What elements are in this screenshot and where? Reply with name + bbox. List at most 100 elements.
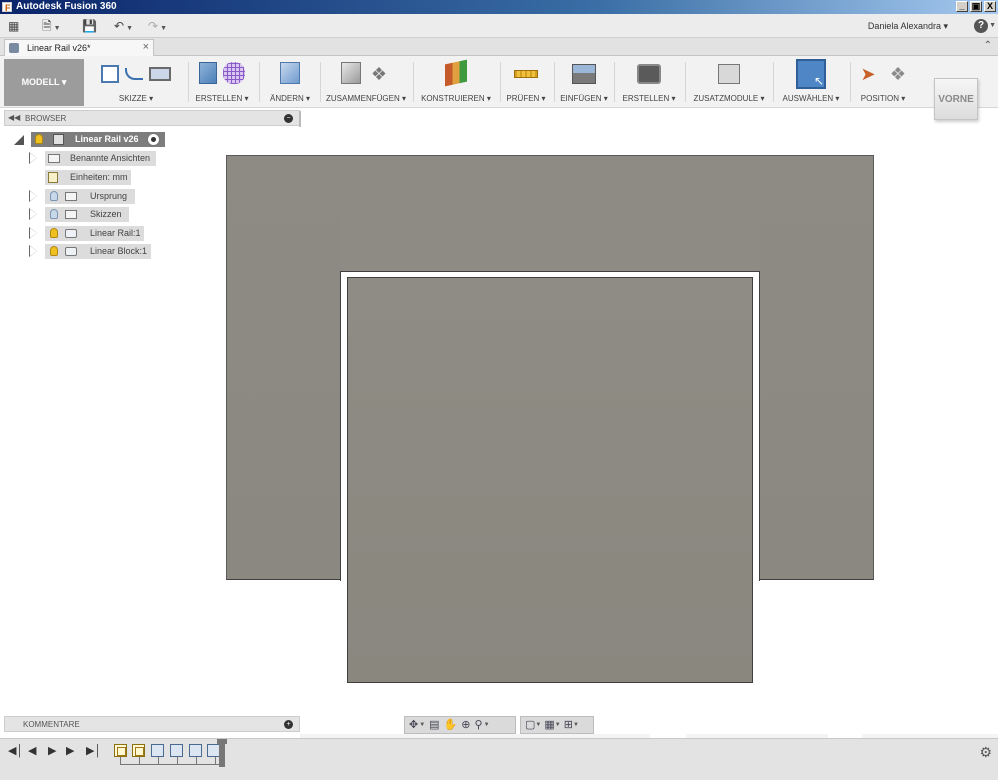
timeline-previous-icon[interactable]: ◀ xyxy=(28,745,36,757)
arc-icon[interactable] xyxy=(125,68,143,80)
visibility-bulb-icon[interactable] xyxy=(50,246,58,256)
browser-header[interactable]: ◀◀ BROWSER − xyxy=(4,110,301,127)
chevron-down-icon[interactable]: ▼ xyxy=(419,722,425,728)
look-at-icon[interactable]: ▤ xyxy=(429,717,439,733)
measure-icon[interactable] xyxy=(514,70,538,78)
toolbar-group-label[interactable]: EINFÜGEN ▾ xyxy=(556,94,612,103)
toolbar-group-label[interactable]: AUSWÄHLEN ▾ xyxy=(776,94,846,103)
toolbar-group-label[interactable]: POSITION ▾ xyxy=(852,94,914,103)
expand-arrow-icon[interactable] xyxy=(29,245,37,257)
redo-button[interactable]: ↷ ▼ xyxy=(148,18,167,34)
user-menu[interactable]: Daniela Alexandra ▾ xyxy=(868,21,948,32)
expand-arrow-icon[interactable] xyxy=(29,152,37,164)
browser-item-box[interactable]: Linear Rail:1 xyxy=(45,226,144,241)
linear-rail-left-flange[interactable] xyxy=(226,155,341,580)
timeline-play-icon[interactable]: ▶ xyxy=(48,745,56,757)
collapse-arrow-icon[interactable] xyxy=(14,135,24,145)
expand-arrow-icon[interactable] xyxy=(29,227,37,239)
select-icon[interactable] xyxy=(796,59,826,89)
toolbar-group-create[interactable]: ERSTELLEN ▾ xyxy=(190,58,254,106)
view-cube[interactable]: VORNE xyxy=(934,78,978,120)
browser-item-box[interactable]: Ursprung xyxy=(45,189,135,204)
visibility-bulb-icon[interactable] xyxy=(50,228,58,238)
browser-item-box[interactable]: Einheiten: mm xyxy=(45,170,131,185)
help-icon[interactable]: ? xyxy=(974,19,988,33)
zoom-icon[interactable]: ⚲ xyxy=(475,717,483,733)
visibility-bulb-icon[interactable] xyxy=(50,191,58,201)
timeline-marker[interactable] xyxy=(217,739,227,767)
revert-position-icon[interactable]: ❖ xyxy=(886,62,910,86)
file-menu-button[interactable]: 🗎 ▼ xyxy=(42,18,61,34)
toolbar-group-modify[interactable]: ÄNDERN ▾ xyxy=(262,58,318,106)
toolbar-group-label[interactable]: ZUSATZMODULE ▾ xyxy=(688,94,770,103)
joint-icon[interactable]: ❖ xyxy=(367,62,391,86)
toolbar-group-sketch[interactable]: SKIZZE ▾ xyxy=(88,58,184,106)
extrude-icon[interactable] xyxy=(199,62,217,84)
document-tab[interactable]: Linear Rail v26* × xyxy=(4,39,154,56)
timeline-extrude-icon[interactable] xyxy=(189,744,202,757)
chevron-up-icon[interactable]: ⌃ xyxy=(984,40,992,51)
rectangle-icon[interactable] xyxy=(149,67,171,81)
toolbar-group-label[interactable]: ERSTELLEN ▾ xyxy=(190,94,254,103)
chevron-down-icon[interactable]: ▼ xyxy=(484,722,490,728)
browser-item-box[interactable]: Linear Block:1 xyxy=(45,244,151,259)
collapse-panel-icon[interactable]: ◀◀ xyxy=(8,113,20,122)
restore-button[interactable]: ▣ xyxy=(970,1,982,12)
add-comment-icon[interactable]: + xyxy=(284,720,293,729)
toolbar-group-label[interactable]: PRÜFEN ▾ xyxy=(502,94,550,103)
timeline-last-icon[interactable]: ▶│ xyxy=(86,745,101,757)
expand-arrow-icon[interactable] xyxy=(29,190,37,202)
offset-plane-icon[interactable] xyxy=(445,59,467,87)
visibility-bulb-icon[interactable] xyxy=(35,134,43,144)
timeline-sketch-icon[interactable] xyxy=(132,744,145,757)
toolbar-group-label[interactable]: KONSTRUIEREN ▾ xyxy=(416,94,496,103)
undo-button[interactable]: ↶ ▼ xyxy=(114,18,133,34)
comments-panel-header[interactable]: KOMMENTARE + xyxy=(4,716,300,732)
press-pull-icon[interactable] xyxy=(280,62,300,84)
create-sketch-icon[interactable] xyxy=(101,65,119,83)
browser-item-box[interactable]: Benannte Ansichten xyxy=(45,151,156,166)
scripts-addins-icon[interactable] xyxy=(718,64,740,84)
timeline-first-icon[interactable]: ◀│ xyxy=(8,745,23,757)
close-window-button[interactable]: X xyxy=(984,1,996,12)
close-icon[interactable]: × xyxy=(143,41,149,53)
form-icon[interactable] xyxy=(223,62,245,84)
chevron-down-icon[interactable]: ▼ xyxy=(989,22,996,29)
apps-grid-icon[interactable]: ▦ xyxy=(8,18,19,34)
toolbar-group-inspect[interactable]: PRÜFEN ▾ xyxy=(502,58,550,106)
workspace-switcher[interactable]: MODELL ▾ xyxy=(4,59,84,106)
activate-radio-icon[interactable] xyxy=(147,133,160,146)
panel-resize-handle[interactable] xyxy=(299,111,301,127)
toolbar-group-label[interactable]: ÄNDERN ▾ xyxy=(262,94,318,103)
browser-options-icon[interactable]: − xyxy=(284,114,293,123)
toolbar-group-select[interactable]: AUSWÄHLEN ▾ xyxy=(776,58,846,106)
display-settings-icon[interactable]: ▢ xyxy=(525,717,535,733)
toolbar-group-label[interactable]: ZUSAMMENFÜGEN ▾ xyxy=(322,94,410,103)
pan-icon[interactable]: ✋ xyxy=(444,717,458,733)
toolbar-group-make[interactable]: ERSTELLEN ▾ xyxy=(616,58,682,106)
toolbar-group-assemble[interactable]: ❖ ZUSAMMENFÜGEN ▾ xyxy=(322,58,410,106)
chevron-down-icon[interactable]: ▼ xyxy=(555,722,561,728)
insert-image-icon[interactable] xyxy=(572,64,596,84)
render-icon[interactable] xyxy=(637,64,661,84)
toolbar-group-label[interactable]: ERSTELLEN ▾ xyxy=(616,94,682,103)
timeline-next-icon[interactable]: ▶ xyxy=(66,745,74,757)
toolbar-group-construct[interactable]: KONSTRUIEREN ▾ xyxy=(416,58,496,106)
new-component-icon[interactable] xyxy=(341,62,361,84)
toolbar-group-label[interactable]: SKIZZE ▾ xyxy=(88,94,184,103)
timeline-extrude-icon[interactable] xyxy=(170,744,183,757)
linear-rail-right-flange[interactable] xyxy=(759,155,874,580)
linear-block-body[interactable] xyxy=(347,277,753,683)
zoom-window-icon[interactable]: ⊕ xyxy=(461,717,470,733)
chevron-down-icon[interactable]: ▼ xyxy=(573,722,579,728)
capture-position-icon[interactable]: ➤ xyxy=(856,62,880,86)
viewports-icon[interactable]: ⊞ xyxy=(564,717,573,733)
browser-item-box[interactable]: Skizzen xyxy=(45,207,129,222)
gear-icon[interactable]: ⚙ xyxy=(979,745,992,759)
timeline-sketch-icon[interactable] xyxy=(114,744,127,757)
save-icon[interactable]: 💾 xyxy=(82,18,97,34)
browser-root-item[interactable]: Linear Rail v26 xyxy=(31,132,165,147)
toolbar-group-addins[interactable]: ZUSATZMODULE ▾ xyxy=(688,58,770,106)
orbit-icon[interactable]: ✥ xyxy=(409,717,418,733)
grid-icon[interactable]: ▦ xyxy=(544,717,554,733)
